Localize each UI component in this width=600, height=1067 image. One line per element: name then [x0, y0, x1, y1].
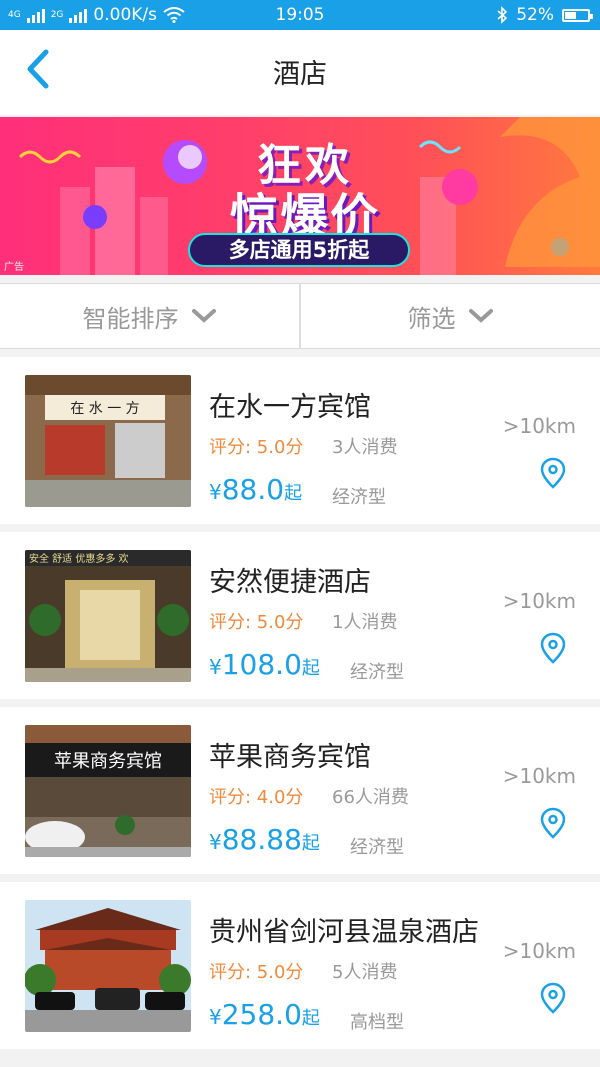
- hotel-card[interactable]: 苹果商务宾馆 苹果商务宾馆 评分: 4.0分 66人消费 ¥88.88起 经济型…: [0, 707, 600, 874]
- status-bar: 4G 2G 0.00K/s 19:05 52%: [0, 0, 600, 30]
- hotel-name: 安然便捷酒店: [209, 567, 371, 598]
- hotel-type: 高档型: [350, 1012, 404, 1033]
- location-pin-icon[interactable]: [540, 632, 566, 664]
- nav-bar: 酒店: [0, 30, 600, 115]
- hotel-list: 在 水 一 方 在水一方宾馆 评分: 5.0分 3人消费 ¥88.0起 经济型 …: [0, 357, 600, 1057]
- bluetooth-icon: [497, 6, 508, 24]
- hotel-score: 评分: 5.0分: [209, 962, 304, 983]
- hotel-name: 在水一方宾馆: [209, 392, 371, 423]
- price-value: 88.0: [221, 473, 285, 506]
- hotel-score: 评分: 5.0分: [209, 437, 304, 458]
- filter-dropdown[interactable]: 筛选: [299, 284, 600, 348]
- filter-label: 筛选: [407, 304, 456, 333]
- price-suffix: 起: [301, 833, 320, 854]
- hotel-consumers: 5人消费: [332, 962, 398, 983]
- hotel-consumers: 66人消费: [332, 787, 409, 808]
- hotel-price: ¥88.0起: [209, 473, 302, 506]
- currency-symbol: ¥: [209, 655, 222, 679]
- price-suffix: 起: [301, 1008, 320, 1029]
- sort-dropdown[interactable]: 智能排序: [0, 284, 299, 348]
- sort-label: 智能排序: [82, 304, 179, 333]
- ad-label: 广告: [4, 262, 24, 273]
- promo-banner[interactable]: 狂欢 惊爆价 多店通用5折起 广告: [0, 117, 600, 275]
- location-pin-icon[interactable]: [540, 807, 566, 839]
- hotel-distance: >10km: [502, 764, 576, 788]
- hotel-distance: >10km: [502, 939, 576, 963]
- hotel-sign-text: 安全 舒适 优惠多多 欢: [29, 552, 129, 565]
- hotel-distance: >10km: [502, 414, 576, 438]
- hotel-card[interactable]: 安全 舒适 优惠多多 欢 安然便捷酒店 评分: 5.0分 1人消费 ¥108.0…: [0, 532, 600, 699]
- battery-percent: 52%: [516, 5, 554, 25]
- hotel-type: 经济型: [332, 487, 386, 508]
- hotel-type: 经济型: [350, 662, 404, 683]
- hotel-consumers: 3人消费: [332, 437, 398, 458]
- hotel-consumers: 1人消费: [332, 612, 398, 633]
- chevron-down-icon: [468, 309, 493, 323]
- hotel-type: 经济型: [350, 837, 404, 858]
- hotel-photo: 苹果商务宾馆: [25, 725, 191, 857]
- location-pin-icon[interactable]: [540, 457, 566, 489]
- hotel-card[interactable]: 在 水 一 方 在水一方宾馆 评分: 5.0分 3人消费 ¥88.0起 经济型 …: [0, 357, 600, 524]
- price-value: 258.0: [221, 998, 302, 1031]
- hotel-price: ¥258.0起: [209, 998, 320, 1031]
- hotel-sign-text: 苹果商务宾馆: [54, 751, 162, 772]
- currency-symbol: ¥: [209, 830, 222, 854]
- hotel-score: 评分: 5.0分: [209, 612, 304, 633]
- page-title: 酒店: [273, 59, 327, 90]
- battery-icon: [562, 8, 593, 22]
- currency-symbol: ¥: [209, 480, 222, 504]
- hotel-name: 贵州省剑河县温泉酒店: [209, 917, 479, 948]
- banner-promo-pill: 多店通用5折起: [188, 233, 410, 267]
- hotel-price: ¥108.0起: [209, 648, 320, 681]
- chevron-down-icon: [191, 309, 216, 323]
- hotel-name: 苹果商务宾馆: [209, 742, 371, 773]
- price-value: 108.0: [221, 648, 302, 681]
- location-pin-icon[interactable]: [540, 982, 566, 1014]
- price-value: 88.88: [221, 823, 302, 856]
- price-suffix: 起: [284, 483, 303, 504]
- hotel-distance: >10km: [502, 589, 576, 613]
- hotel-sign-text: 在 水 一 方: [70, 401, 139, 417]
- hotel-price: ¥88.88起: [209, 823, 320, 856]
- hotel-card[interactable]: 贵州省剑河县温泉酒店 评分: 5.0分 5人消费 ¥258.0起 高档型 >10…: [0, 882, 600, 1049]
- hotel-score: 评分: 4.0分: [209, 787, 304, 808]
- hotel-photo: 安全 舒适 优惠多多 欢: [25, 550, 191, 682]
- price-suffix: 起: [301, 658, 320, 679]
- currency-symbol: ¥: [209, 1005, 222, 1029]
- hotel-photo: [25, 900, 191, 1032]
- filter-bar: 智能排序 筛选: [0, 283, 600, 349]
- hotel-photo: 在 水 一 方: [25, 375, 191, 507]
